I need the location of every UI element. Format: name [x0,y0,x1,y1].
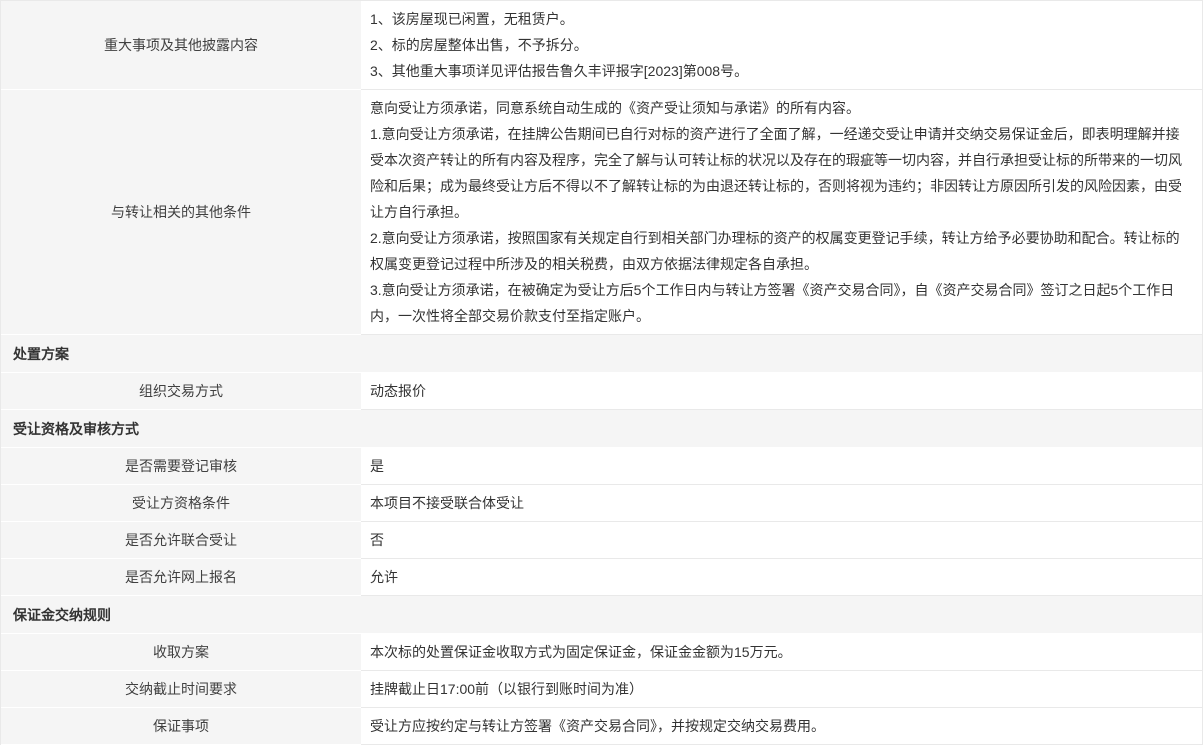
value-line: 1、该房屋现已闲置，无租赁户。 [370,6,1184,32]
table-row: 与转让相关的其他条件 意向受让方须承诺，同意系统自动生成的《资产受让须知与承诺》… [1,90,1202,335]
field-value: 挂牌截止日17:00前（以银行到账时间为准） [361,671,1202,708]
field-label: 交纳截止时间要求 [1,671,361,708]
field-label: 保证事项 [1,708,361,745]
field-label: 收取方案 [1,634,361,671]
field-value: 受让方应按约定与转让方签署《资产交易合同》，并按规定交纳交易费用。 [361,708,1202,745]
table-row: 交纳截止时间要求 挂牌截止日17:00前（以银行到账时间为准） [1,671,1202,708]
table-row: 受让方资格条件 本项目不接受联合体受让 [1,485,1202,522]
table-row: 收取方案 本次标的处置保证金收取方式为固定保证金，保证金金额为15万元。 [1,634,1202,671]
field-label: 重大事项及其他披露内容 [1,1,361,90]
field-value: 1、该房屋现已闲置，无租赁户。 2、标的房屋整体出售，不予拆分。 3、其他重大事… [361,1,1202,90]
value-line: 1.意向受让方须承诺，在挂牌公告期间已自行对标的资产进行了全面了解，一经递交受让… [370,121,1184,225]
table-row: 组织交易方式 动态报价 [1,373,1202,410]
field-value: 否 [361,522,1202,559]
field-label: 组织交易方式 [1,373,361,410]
table-row: 是否允许网上报名 允许 [1,559,1202,596]
field-label: 与转让相关的其他条件 [1,90,361,335]
section-header-transferee-qualification: 受让资格及审核方式 [1,410,1202,448]
section-header-disposal-plan: 处置方案 [1,335,1202,373]
table-row: 是否需要登记审核 是 [1,448,1202,485]
field-value: 动态报价 [361,373,1202,410]
field-label: 是否允许联合受让 [1,522,361,559]
field-label: 是否允许网上报名 [1,559,361,596]
value-line: 2、标的房屋整体出售，不予拆分。 [370,32,1184,58]
value-line: 3、其他重大事项详见评估报告鲁久丰评报字[2023]第008号。 [370,58,1184,84]
value-line: 意向受让方须承诺，同意系统自动生成的《资产受让须知与承诺》的所有内容。 [370,95,1184,121]
asset-detail-table: 重大事项及其他披露内容 1、该房屋现已闲置，无租赁户。 2、标的房屋整体出售，不… [0,0,1203,745]
field-value: 本项目不接受联合体受让 [361,485,1202,522]
field-value: 意向受让方须承诺，同意系统自动生成的《资产受让须知与承诺》的所有内容。 1.意向… [361,90,1202,335]
field-value: 是 [361,448,1202,485]
field-label: 是否需要登记审核 [1,448,361,485]
field-value: 允许 [361,559,1202,596]
table-row: 保证事项 受让方应按约定与转让方签署《资产交易合同》，并按规定交纳交易费用。 [1,708,1202,745]
table-row: 重大事项及其他披露内容 1、该房屋现已闲置，无租赁户。 2、标的房屋整体出售，不… [1,1,1202,90]
value-line: 2.意向受让方须承诺，按照国家有关规定自行到相关部门办理标的资产的权属变更登记手… [370,225,1184,277]
section-header-deposit-rules: 保证金交纳规则 [1,596,1202,634]
field-label: 受让方资格条件 [1,485,361,522]
value-line: 3.意向受让方须承诺，在被确定为受让方后5个工作日内与转让方签署《资产交易合同》… [370,277,1184,329]
field-value: 本次标的处置保证金收取方式为固定保证金，保证金金额为15万元。 [361,634,1202,671]
table-row: 是否允许联合受让 否 [1,522,1202,559]
